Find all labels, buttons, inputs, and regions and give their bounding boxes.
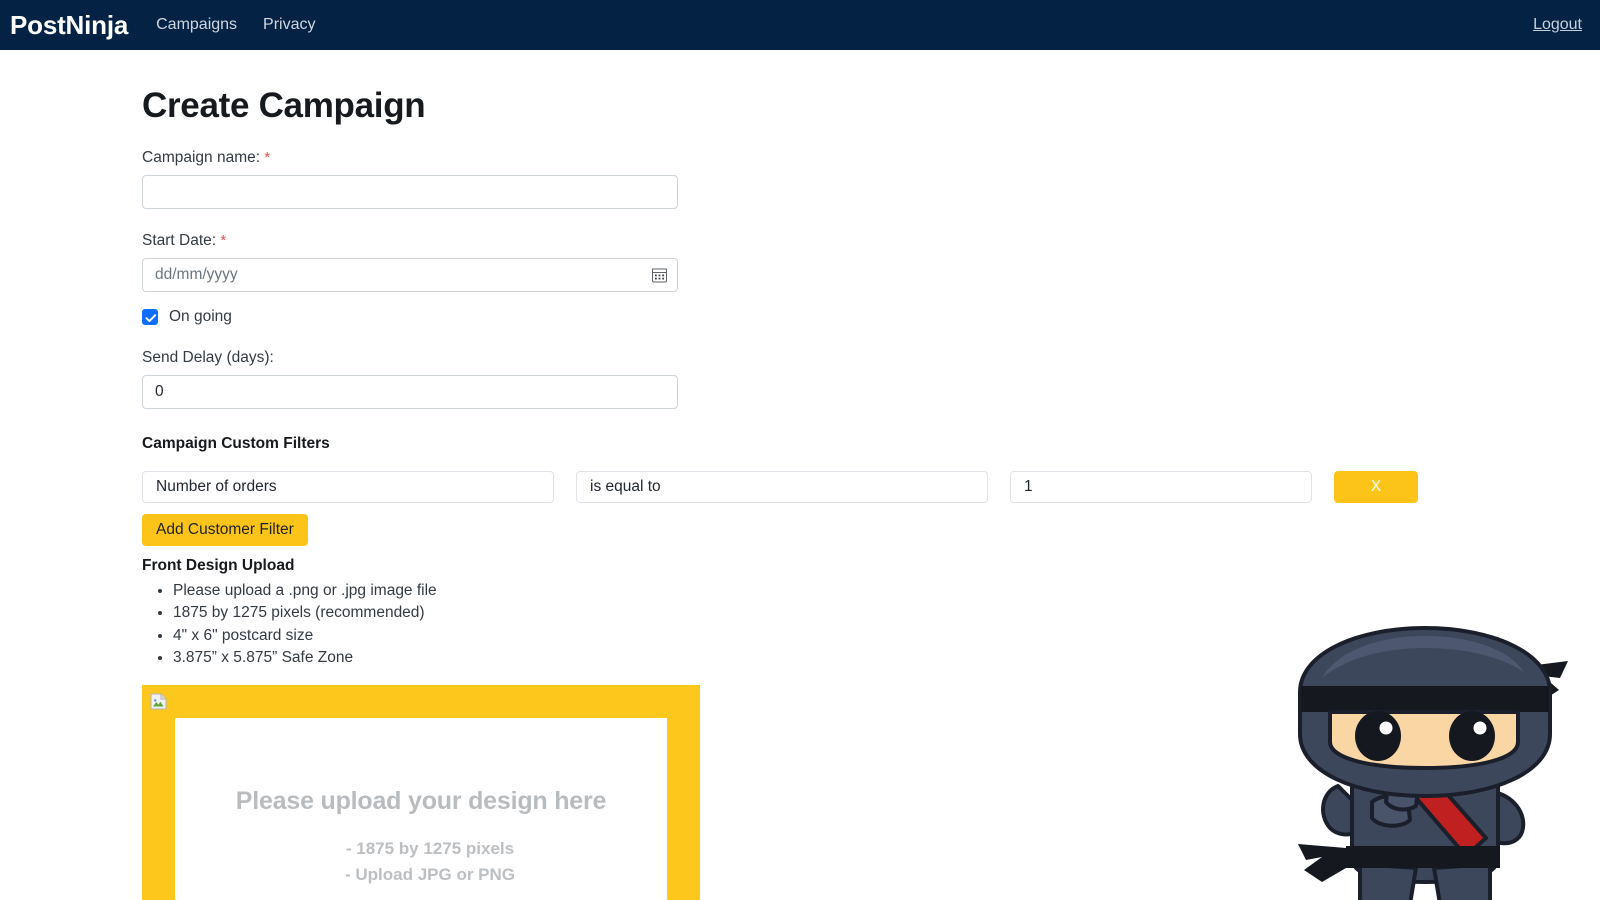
design-upload-dropzone[interactable]: Please upload your design here - 1875 by… xyxy=(142,685,700,900)
on-going-row[interactable]: On going xyxy=(142,308,1600,326)
required-asterisk: * xyxy=(220,232,227,249)
campaign-name-input[interactable] xyxy=(142,175,678,209)
dropzone-main-text: Please upload your design here xyxy=(235,787,607,816)
filter-operator-select[interactable]: is equal to xyxy=(576,471,988,503)
check-icon xyxy=(145,314,157,323)
nav-link-privacy[interactable]: Privacy xyxy=(263,16,315,34)
dropzone-inner-area: Please upload your design here - 1875 by… xyxy=(175,718,667,900)
filter-value-input[interactable]: 1 xyxy=(1010,471,1312,503)
campaign-name-label-text: Campaign name: xyxy=(142,149,261,166)
top-navbar: PostNinja Campaigns Privacy Logout xyxy=(0,0,1600,50)
front-design-upload-heading: Front Design Upload xyxy=(142,557,295,574)
filter-field-select[interactable]: Number of orders xyxy=(142,471,554,503)
on-going-label: On going xyxy=(169,308,232,325)
required-asterisk: * xyxy=(264,149,271,166)
start-date-input[interactable]: dd/mm/yyyy xyxy=(142,258,678,292)
start-date-label: Start Date: * xyxy=(142,232,1600,250)
start-date-field-wrapper: dd/mm/yyyy xyxy=(142,258,678,292)
logout-link[interactable]: Logout xyxy=(1533,16,1582,33)
navbar-right-section: Logout xyxy=(1533,16,1582,34)
list-item: Please upload a .png or .jpg image file xyxy=(173,580,1600,602)
filter-row: Number of orders is equal to 1 X xyxy=(142,471,1600,503)
on-going-checkbox[interactable] xyxy=(142,309,158,325)
remove-filter-button[interactable]: X xyxy=(1334,471,1418,503)
nav-link-campaigns[interactable]: Campaigns xyxy=(156,16,237,34)
dropzone-sub-text: - 1875 by 1275 pixels - Upload JPG or PN… xyxy=(175,836,667,888)
start-date-label-text: Start Date: xyxy=(142,232,217,249)
dropzone-sub-line: - 1875 by 1275 pixels xyxy=(345,839,515,859)
add-customer-filter-button[interactable]: Add Customer Filter xyxy=(142,514,308,546)
campaign-name-label: Campaign name: * xyxy=(142,149,1600,167)
ninja-mascot xyxy=(1260,606,1590,900)
dropzone-sub-line: - Upload JPG or PNG xyxy=(344,865,516,885)
custom-filters-heading: Campaign Custom Filters xyxy=(142,435,330,452)
page-content: Create Campaign Campaign name: * Start D… xyxy=(0,86,1600,900)
page-title: Create Campaign xyxy=(142,86,426,125)
brand-logo[interactable]: PostNinja xyxy=(10,10,128,41)
send-delay-label: Send Delay (days): xyxy=(142,349,274,366)
broken-image-icon xyxy=(150,693,167,710)
send-delay-input[interactable]: 0 xyxy=(142,375,678,409)
